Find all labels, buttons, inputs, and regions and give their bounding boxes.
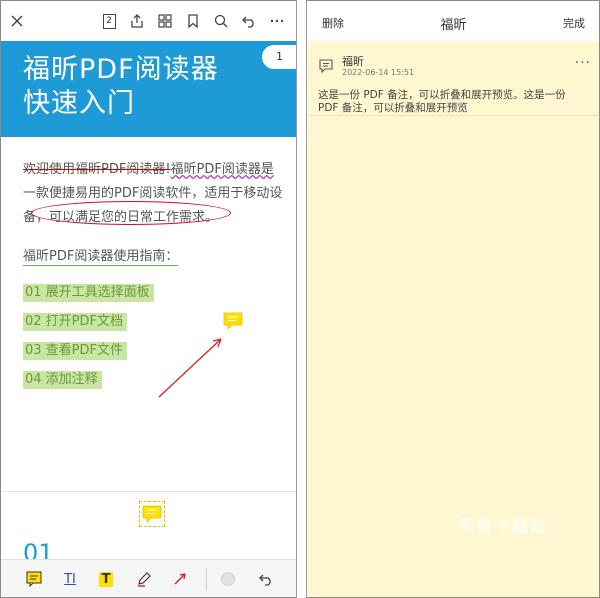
undo-icon[interactable] [239, 11, 259, 31]
guide-title: 福昕PDF阅读器使用指南： [23, 245, 179, 266]
pane-divider [296, 0, 307, 598]
arrow-tool-button[interactable] [169, 568, 191, 590]
search-icon[interactable] [211, 11, 231, 31]
page-divider [1, 491, 296, 492]
reader-toolbar: 2 [1, 1, 296, 41]
highlight-tool-button[interactable]: T [95, 568, 117, 590]
arrow-annotation[interactable] [151, 331, 231, 401]
step-item-4[interactable]: 04 添加注释 [23, 371, 102, 389]
pdf-reader-pane: 2 福昕PDF阅读器 快速入门 1 欢迎使用福昕PDF阅读器!福昕PDF阅读器是… [1, 1, 296, 597]
strikethrough-annotation[interactable]: 欢迎使用福昕PDF阅读器! [23, 162, 171, 177]
intro-line2: 一款便捷易用的PDF阅读软件，适用于移动设 [23, 186, 283, 201]
toolbar-separator [206, 568, 207, 590]
note-text[interactable]: 这是一份 PDF 备注，可以折叠和展开预览。这是一份 PDF 备注，可以折叠和展… [318, 89, 588, 115]
note-annotation-icon[interactable] [223, 312, 243, 330]
document-title-line1: 福昕PDF阅读器 [23, 54, 219, 85]
undo-icon [259, 574, 271, 586]
page-count-button[interactable]: 2 [99, 11, 119, 31]
grid-icon[interactable] [155, 11, 175, 31]
intro-line1: 欢迎使用福昕PDF阅读器!福昕PDF阅读器是 [23, 158, 274, 177]
step-item-2[interactable]: 02 打开PDF文档 [23, 313, 128, 331]
document-title-line2: 快速入门 [23, 88, 135, 119]
text-insert-tool-button[interactable]: TI [59, 568, 81, 590]
watermark: 乐哥下载站 [458, 517, 549, 536]
page-count: 2 [102, 13, 116, 29]
color-picker-button[interactable] [217, 568, 239, 590]
done-button[interactable]: 完成 [563, 15, 585, 31]
note-header: 删除 福昕 完成 [308, 1, 599, 41]
document-banner: 福昕PDF阅读器 快速入门 1 [1, 41, 296, 137]
note-icon [142, 505, 162, 523]
ellipse-annotation[interactable] [31, 201, 231, 225]
share-icon[interactable] [127, 11, 147, 31]
highlight-text-icon: T [98, 571, 114, 587]
note-author: 福昕 [342, 55, 364, 68]
step-item-3[interactable]: 03 查看PDF文件 [23, 342, 128, 360]
note-timestamp: 2022-06-14 15:51 [342, 68, 415, 77]
squiggly-annotation[interactable]: 福昕PDF阅读器是 [171, 162, 274, 177]
annotation-toolbar: TI T [1, 559, 296, 597]
pencil-icon [138, 572, 151, 587]
color-circle-icon [221, 572, 235, 586]
note-separator [308, 115, 599, 116]
note-icon [26, 571, 42, 587]
undo-button[interactable] [255, 568, 277, 590]
note-more-button[interactable]: ··· [575, 55, 591, 71]
note-panel: 删除 福昕 完成 福昕 2022-06-14 15:51 ··· 这是一份 PD… [308, 1, 599, 597]
step-item-1[interactable]: 01 展开工具选择面板 [23, 284, 154, 302]
note-tool-button[interactable] [23, 568, 45, 590]
note-panel-title: 福昕 [440, 18, 467, 33]
selected-note-annotation[interactable] [139, 501, 165, 527]
comment-icon [319, 59, 333, 74]
bookmark-icon[interactable] [183, 11, 203, 31]
arrow-icon [174, 573, 186, 585]
text-insert-icon: TI [64, 571, 76, 587]
document-title: 福昕PDF阅读器 快速入门 [23, 53, 283, 121]
pencil-tool-button[interactable] [133, 568, 155, 590]
close-icon[interactable] [7, 11, 27, 31]
page-number-badge[interactable]: 1 [262, 45, 296, 69]
more-icon[interactable] [267, 11, 287, 31]
